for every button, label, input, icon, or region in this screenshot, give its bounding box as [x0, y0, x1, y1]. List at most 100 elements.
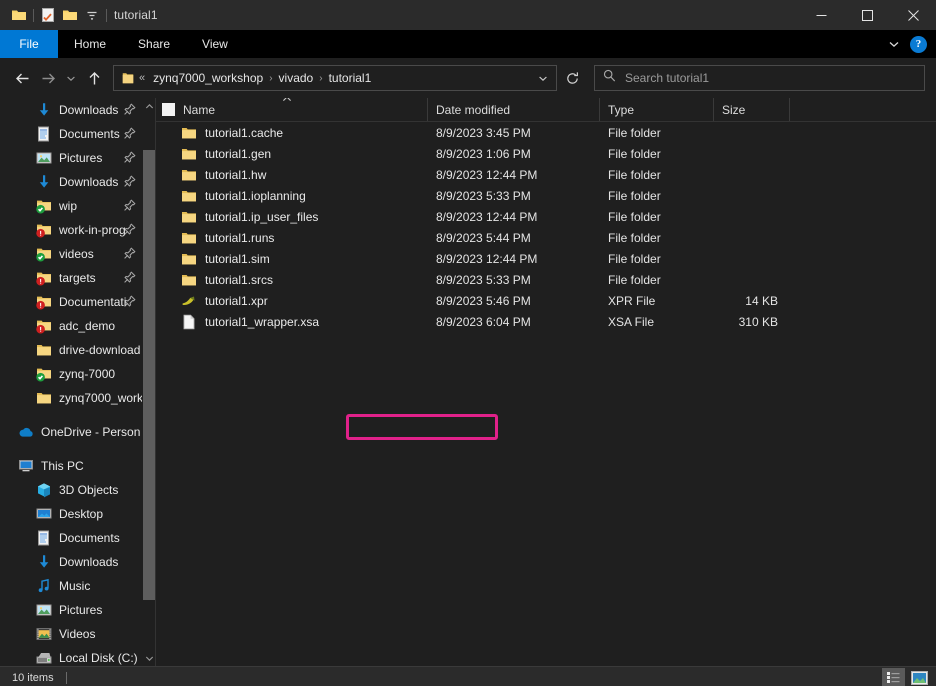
column-header-size[interactable]: Size — [714, 98, 790, 121]
large-icons-view-button[interactable] — [908, 668, 931, 686]
search-icon — [603, 69, 616, 87]
sidebar-item-label: work-in-prog — [59, 223, 126, 237]
sidebar-item-downloads[interactable]: Downloads — [0, 170, 142, 194]
file-list-pane: Name Date modified Type Size tutorial1.c… — [156, 98, 936, 666]
table-row[interactable]: tutorial1.gen 8/9/2023 1:06 PM File folder — [156, 143, 936, 164]
table-row[interactable]: tutorial1.ioplanning 8/9/2023 5:33 PM File… — [156, 185, 936, 206]
table-row[interactable]: tutorial1.cache 8/9/2023 3:45 PM File fold… — [156, 122, 936, 143]
scroll-up-icon[interactable] — [142, 98, 156, 114]
cell-date-modified: 8/9/2023 1:06 PM — [436, 146, 531, 161]
cell-date-modified: 8/9/2023 5:44 PM — [436, 230, 531, 245]
tab-view[interactable]: View — [186, 30, 244, 58]
breadcrumb-item-0[interactable]: zynq7000_workshop — [150, 69, 266, 87]
sidebar-item-label: Pictures — [59, 151, 103, 165]
breadcrumb-item-1[interactable]: vivado — [276, 69, 317, 87]
tab-home[interactable]: Home — [58, 30, 122, 58]
quick-access-more-icon[interactable] — [81, 4, 103, 26]
sidebar-item-zynq7000-works[interactable]: zynq7000_works — [0, 386, 142, 410]
sidebar-item-downloads[interactable]: Downloads — [0, 98, 142, 122]
pin-icon[interactable] — [123, 175, 136, 188]
column-header-name[interactable]: Name — [156, 98, 428, 121]
sidebar-item-this-pc[interactable]: This PC — [0, 454, 142, 478]
address-bar-right — [532, 66, 554, 90]
details-view-button[interactable] — [882, 668, 905, 686]
select-all-checkbox[interactable] — [162, 103, 175, 116]
pin-icon[interactable] — [123, 223, 136, 236]
close-icon[interactable] — [890, 0, 936, 30]
sidebar-item-music[interactable]: Music — [0, 574, 142, 598]
breadcrumb-overflow-icon[interactable]: « — [137, 72, 150, 84]
table-row[interactable]: tutorial1.xpr 8/9/2023 5:46 PM XPR File 14 … — [156, 290, 936, 311]
chevron-down-icon[interactable] — [884, 34, 904, 54]
pin-icon[interactable] — [123, 103, 136, 116]
sidebar-item-local-disk-c[interactable]: Local Disk (C:) — [0, 646, 142, 666]
table-row[interactable]: tutorial1.hw 8/9/2023 12:44 PM File folder — [156, 164, 936, 185]
forward-button[interactable] — [35, 63, 61, 93]
pin-icon[interactable] — [123, 151, 136, 164]
address-bar[interactable]: « zynq7000_workshop › vivado › tutorial1 — [113, 65, 557, 91]
sidebar-item-desktop[interactable]: Desktop — [0, 502, 142, 526]
sidebar-item-onedrive-person[interactable]: OneDrive - Person — [0, 420, 142, 444]
sidebar-item-pictures[interactable]: Pictures — [0, 146, 142, 170]
table-row[interactable]: tutorial1_wrapper.xsa 8/9/2023 6:04 PM XSA… — [156, 311, 936, 332]
sidebar-item-documentati[interactable]: Documentati — [0, 290, 142, 314]
pin-icon[interactable] — [123, 271, 136, 284]
table-row[interactable]: tutorial1.srcs 8/9/2023 5:33 PM File folde… — [156, 269, 936, 290]
documents-icon — [36, 126, 52, 142]
folder-icon — [181, 146, 197, 162]
table-row[interactable]: tutorial1.runs 8/9/2023 5:44 PM File folde… — [156, 227, 936, 248]
table-row[interactable]: tutorial1.sim 8/9/2023 12:44 PM File folde… — [156, 248, 936, 269]
sidebar-item-wip[interactable]: wip — [0, 194, 142, 218]
quick-access-properties-icon[interactable] — [37, 4, 59, 26]
sidebar-item-label: 3D Objects — [59, 483, 119, 497]
sidebar-item-pictures[interactable]: Pictures — [0, 598, 142, 622]
music-icon — [36, 578, 52, 594]
address-dropdown-icon[interactable] — [532, 66, 554, 90]
cell-date-modified: 8/9/2023 5:33 PM — [436, 272, 531, 287]
cell-name: tutorial1.srcs — [156, 272, 428, 288]
breadcrumb-separator-0[interactable]: › — [266, 73, 275, 84]
help-button[interactable]: ? — [910, 35, 927, 53]
sidebar-item-adc-demo[interactable]: adc_demo — [0, 314, 142, 338]
search-input[interactable] — [625, 71, 916, 85]
title-bar[interactable]: tutorial1 — [0, 0, 936, 30]
sidebar-item-videos[interactable]: Videos — [0, 622, 142, 646]
sidebar-item-targets[interactable]: targets — [0, 266, 142, 290]
file-name-label: tutorial1_wrapper.xsa — [205, 314, 320, 329]
breadcrumb-item-2[interactable]: tutorial1 — [326, 69, 375, 87]
pin-icon[interactable] — [123, 247, 136, 260]
folder-synced-icon — [36, 246, 52, 262]
back-button[interactable] — [9, 63, 35, 93]
scroll-down-icon[interactable] — [142, 650, 156, 666]
quick-access-folder-icon[interactable] — [8, 4, 30, 26]
minimize-icon[interactable] — [798, 0, 844, 30]
sidebar-item-downloads[interactable]: Downloads — [0, 550, 142, 574]
tab-share[interactable]: Share — [122, 30, 186, 58]
navigation-pane-scrollbar[interactable] — [142, 98, 156, 666]
sidebar-item-zynq-7000[interactable]: zynq-7000 — [0, 362, 142, 386]
sidebar-item-drive-download[interactable]: drive-download — [0, 338, 142, 362]
quick-access-new-folder-icon[interactable] — [59, 4, 81, 26]
pin-icon[interactable] — [123, 127, 136, 140]
search-box[interactable] — [594, 65, 925, 91]
tab-file[interactable]: File — [0, 30, 58, 58]
sidebar-item-documents[interactable]: Documents — [0, 526, 142, 550]
refresh-button[interactable] — [559, 65, 585, 91]
pin-icon[interactable] — [123, 295, 136, 308]
sidebar-item-work-in-prog[interactable]: work-in-prog — [0, 218, 142, 242]
up-button[interactable] — [81, 63, 107, 93]
maximize-icon[interactable] — [844, 0, 890, 30]
folder-error-icon — [36, 222, 52, 238]
cell-date-modified: 8/9/2023 5:46 PM — [436, 293, 531, 308]
scrollbar-thumb[interactable] — [143, 150, 155, 600]
sidebar-item-documents[interactable]: Documents — [0, 122, 142, 146]
table-row[interactable]: tutorial1.ip_user_files 8/9/2023 12:44 PM… — [156, 206, 936, 227]
sidebar-item-3d-objects[interactable]: 3D Objects — [0, 478, 142, 502]
column-header-type[interactable]: Type — [600, 98, 714, 121]
sidebar-item-videos[interactable]: videos — [0, 242, 142, 266]
column-header-date-modified[interactable]: Date modified — [428, 98, 600, 121]
documents-icon — [36, 530, 52, 546]
recent-locations-button[interactable] — [61, 63, 81, 93]
pin-icon[interactable] — [123, 199, 136, 212]
breadcrumb-separator-1[interactable]: › — [316, 73, 325, 84]
